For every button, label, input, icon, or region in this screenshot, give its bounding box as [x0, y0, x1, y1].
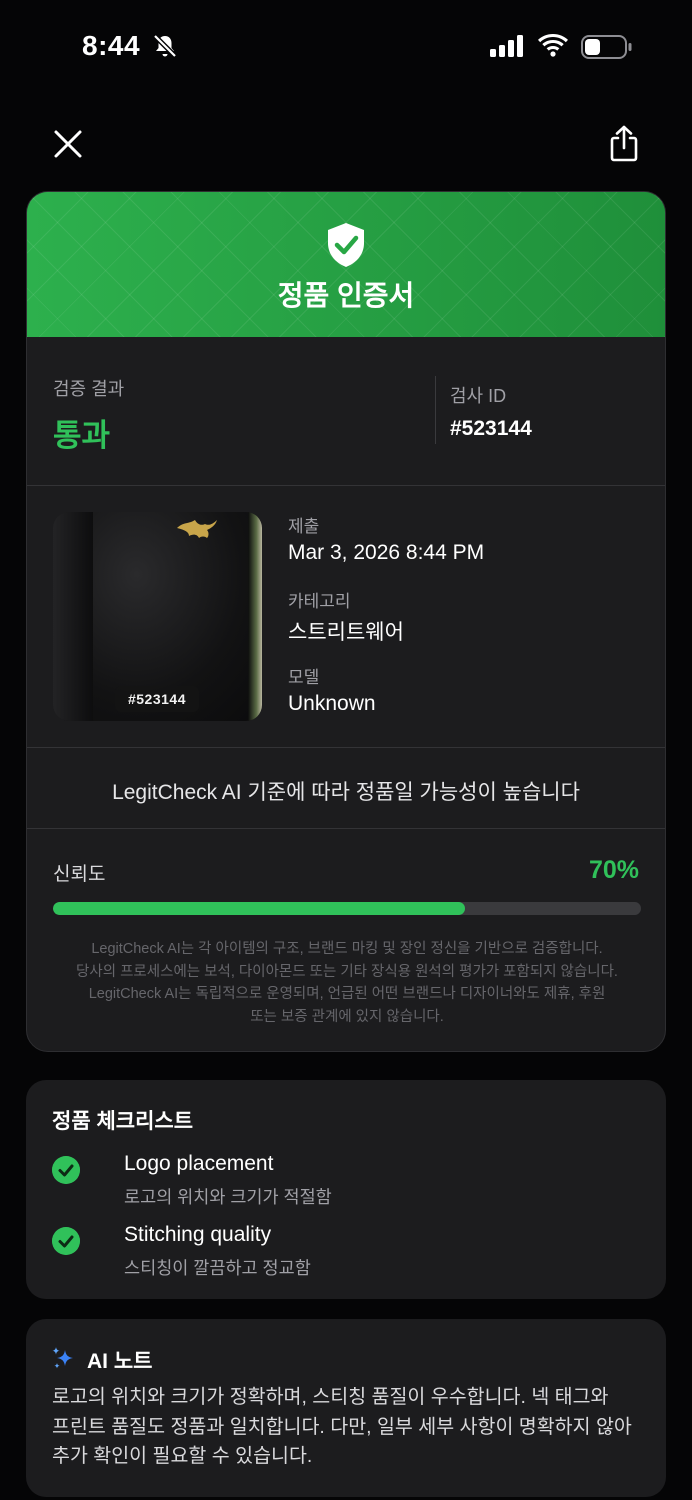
divider — [435, 376, 436, 444]
ai-note-body: 로고의 위치와 크기가 정확하며, 스티칭 품질이 우수합니다. 넥 태그와 프… — [52, 1383, 652, 1472]
divider — [27, 485, 665, 486]
certificate-header: 정품 인증서 — [27, 192, 665, 337]
ai-note-line: 추가 확인이 필요할 수 있습니다. — [52, 1445, 313, 1467]
check-circle-icon — [52, 1156, 80, 1184]
confidence-label: 신뢰도 — [53, 864, 106, 885]
share-icon[interactable] — [606, 124, 642, 164]
check-id-value: #523144 — [450, 417, 532, 440]
status-time: 8:44 — [82, 30, 141, 61]
result-label: 검증 결과 — [53, 379, 125, 399]
status-bar: 8:44 — [0, 0, 692, 95]
result-value: 통과 — [53, 418, 111, 453]
category-value: 스트리트웨어 — [288, 621, 404, 644]
disclaimer-line: 당사의 프로세스에는 보석, 다이아몬드 또는 기타 장식용 원석의 평가가 포… — [76, 963, 618, 980]
checklist-item-title: Stitching quality — [124, 1223, 272, 1246]
model-label: 모델 — [288, 668, 320, 687]
close-icon[interactable] — [50, 126, 86, 162]
ai-note-card: AI 노트 로고의 위치와 크기가 정확하며, 스티칭 품질이 우수합니다. 넥… — [26, 1319, 666, 1497]
checklist-item-desc: 스티칭이 깔끔하고 정교함 — [124, 1258, 311, 1278]
check-circle-icon — [52, 1227, 80, 1255]
shield-check-icon — [328, 223, 364, 267]
divider — [27, 828, 665, 829]
ai-note-line: 로고의 위치와 크기가 정확하며, 스티칭 품질이 우수합니다. 넥 태그와 — [52, 1386, 609, 1408]
check-id-label: 검사 ID — [450, 386, 507, 406]
confidence-bar — [53, 902, 641, 915]
submitted-value: Mar 3, 2026 8:44 PM — [288, 541, 485, 564]
category-label: 카테고리 — [288, 592, 351, 611]
authenticity-checklist: 정품 체크리스트 Logo placement 로고의 위치와 크기가 적절함 … — [26, 1080, 666, 1299]
disclaimer-line: LegitCheck AI는 각 아이템의 구조, 브랜드 마킹 및 장인 정신… — [91, 941, 603, 957]
confidence-value: 70% — [588, 856, 639, 884]
checklist-item-desc: 로고의 위치와 크기가 적절함 — [124, 1187, 332, 1207]
wifi-icon — [538, 34, 568, 57]
disclaimer-line: LegitCheck AI는 독립적으로 운영되며, 언급된 어떤 브랜드나 디… — [88, 986, 606, 1002]
verdict-text: LegitCheck AI 기준에 따라 정품일 가능성이 높습니다 — [112, 781, 580, 804]
checklist-title: 정품 체크리스트 — [52, 1110, 194, 1133]
ai-note-title: AI 노트 — [87, 1350, 153, 1373]
cellular-signal-icon — [490, 35, 523, 57]
item-photo[interactable]: #523144 — [53, 512, 262, 721]
submitted-label: 제출 — [288, 517, 320, 536]
battery-icon — [581, 35, 632, 59]
certificate-title: 정품 인증서 — [277, 280, 415, 311]
ai-note-line: 프린트 품질도 정품과 일치합니다. 다만, 일부 세부 사항이 명확하지 않아 — [52, 1415, 632, 1438]
bell-slash-icon — [153, 34, 177, 58]
divider — [27, 747, 665, 748]
disclaimer: LegitCheck AI는 각 아이템의 구조, 브랜드 마킹 및 장인 정신… — [53, 938, 641, 1028]
sparkle-icon — [52, 1347, 73, 1369]
certificate-card: 정품 인증서 검증 결과 통과 검사 ID #523144 #523144 제출… — [26, 191, 666, 1052]
disclaimer-line: 또는 보증 관계에 있지 않습니다. — [250, 1008, 444, 1025]
checklist-item-title: Logo placement — [124, 1152, 274, 1175]
brand-logo-icon — [177, 520, 217, 538]
confidence-bar-fill — [53, 902, 465, 915]
model-value: Unknown — [288, 692, 376, 715]
photo-id-tag: #523144 — [115, 686, 199, 712]
